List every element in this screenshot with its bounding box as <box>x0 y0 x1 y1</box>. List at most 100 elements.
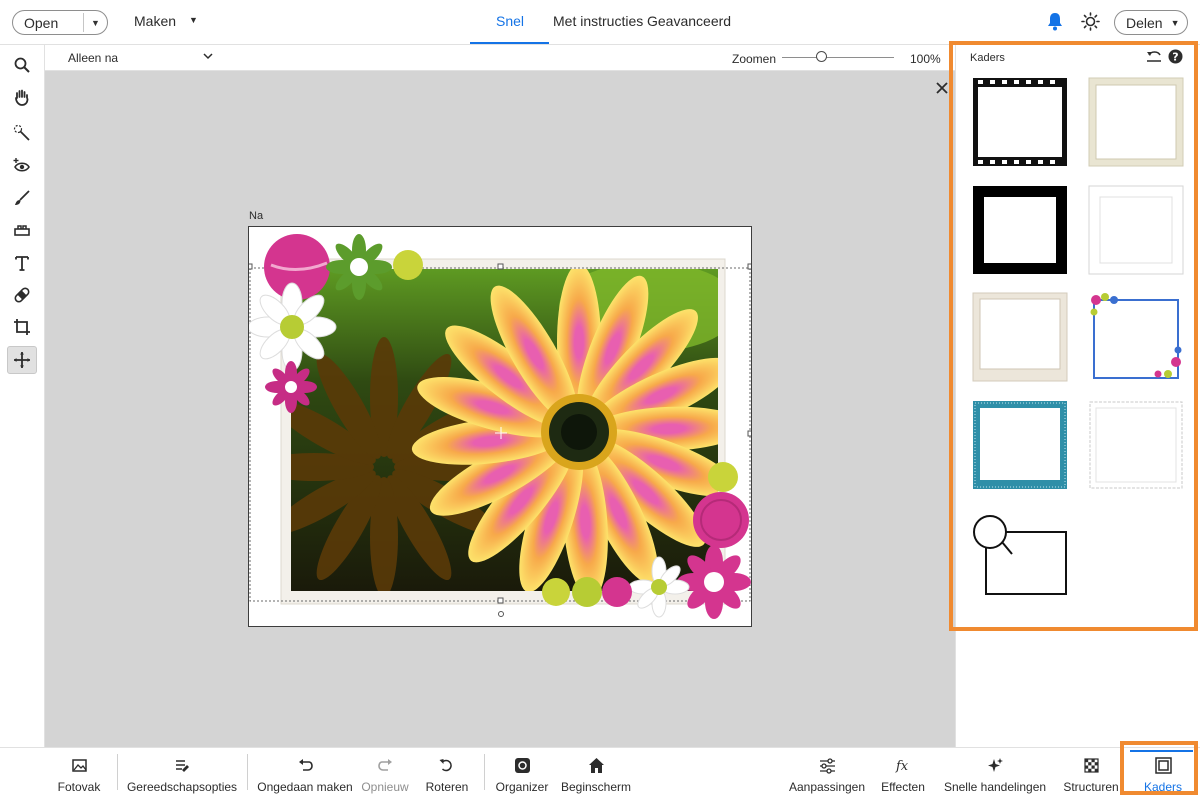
view-options-bar: Alleen na Zoomen 100% <box>45 45 955 71</box>
photo-bin-icon <box>71 759 87 772</box>
teeth-icon <box>14 225 30 236</box>
undo-icon <box>298 759 313 771</box>
help-icon[interactable]: ? <box>1168 49 1183 64</box>
chevron-down-icon[interactable]: ▼ <box>84 18 107 28</box>
share-button[interactable]: Delen ▼ <box>1114 10 1188 35</box>
polaroid-frame-icon <box>972 292 1068 382</box>
home-label: Beginscherm <box>560 780 632 794</box>
chevron-down-icon[interactable] <box>203 51 213 61</box>
bell-icon[interactable] <box>1046 12 1064 31</box>
scalloped-frame-icon <box>1089 401 1183 489</box>
tool-options-button[interactable]: Gereedschapsopties <box>126 748 238 795</box>
frame-polaroid[interactable] <box>972 292 1068 382</box>
reset-icon[interactable] <box>1146 49 1162 63</box>
crop-tool[interactable] <box>7 313 37 341</box>
close-icon[interactable] <box>935 81 949 95</box>
open-button-label: Open <box>24 14 59 31</box>
spot-healing-tool[interactable] <box>7 281 37 309</box>
chevron-down-icon[interactable]: ▼ <box>189 15 198 25</box>
effects-button[interactable]: fx Effecten <box>880 748 926 795</box>
organizer-label: Organizer <box>495 780 549 794</box>
blue-stitched-frame-icon <box>973 401 1067 489</box>
zoom-slider-handle[interactable] <box>815 51 827 62</box>
frame-thin-grey[interactable] <box>1088 185 1184 275</box>
top-bar: Open ▼ Maken ▼ Snel Met instructies Geav… <box>0 0 1200 45</box>
adjustments-label: Aanpassingen <box>788 780 866 794</box>
divider <box>117 754 118 790</box>
speech-bubble-frame-icon <box>973 515 1067 595</box>
film-strip-frame-icon <box>973 78 1067 166</box>
textures-icon <box>1083 758 1099 773</box>
zoom-slider-track[interactable] <box>782 57 894 58</box>
move-tool[interactable] <box>7 346 37 374</box>
redo-icon <box>377 759 392 771</box>
home-icon <box>588 758 604 773</box>
quick-actions-icon <box>987 758 1003 772</box>
svg-text:?: ? <box>1172 51 1178 64</box>
zoom-tool[interactable] <box>7 51 37 79</box>
canvas-area[interactable]: Na <box>45 71 955 747</box>
quick-selection-tool[interactable] <box>7 119 37 147</box>
thick-black-frame-icon <box>973 186 1067 274</box>
panel-title: Kaders <box>970 52 1005 64</box>
effects-icon: fx <box>895 759 909 774</box>
hand-icon <box>15 89 29 106</box>
magnifier-icon <box>14 57 30 73</box>
red-eye-icon <box>13 158 30 172</box>
rotate-label: Roteren <box>425 780 469 794</box>
redo-button[interactable]: Opnieuw <box>360 748 410 795</box>
whiten-teeth-tool[interactable] <box>7 184 37 212</box>
brightness-icon[interactable] <box>1081 12 1100 31</box>
frame-scalloped[interactable] <box>1088 400 1184 490</box>
quick-actions-button[interactable]: Snelle handelingen <box>942 748 1048 795</box>
organizer-button[interactable]: Organizer <box>494 748 550 795</box>
svg-text:fx: fx <box>895 759 909 774</box>
home-button[interactable]: Beginscherm <box>560 748 632 795</box>
open-button[interactable]: Open ▼ <box>12 10 108 35</box>
frame-blue-stitched[interactable] <box>972 400 1068 490</box>
divider <box>484 754 485 790</box>
redo-label: Opnieuw <box>361 780 409 794</box>
tab-geavanceerd[interactable]: Geavanceerd <box>647 13 731 29</box>
maken-menu[interactable]: Maken <box>134 13 176 29</box>
textures-button[interactable]: Structuren <box>1062 748 1120 795</box>
selection-brush-icon <box>13 124 30 141</box>
photo-bin-button[interactable]: Fotovak <box>54 748 104 795</box>
frame-aged-paper[interactable] <box>1088 77 1184 167</box>
adjustments-icon <box>819 758 835 774</box>
tools-panel <box>0 45 45 747</box>
flower-photo-with-frame <box>249 234 751 619</box>
document-image[interactable] <box>248 226 752 627</box>
frame-flower-border[interactable] <box>1088 292 1184 382</box>
frame-film-strip[interactable] <box>972 77 1068 167</box>
rotate-button[interactable]: Roteren <box>424 748 470 795</box>
effects-label: Effecten <box>881 780 925 794</box>
share-button-label: Delen <box>1126 14 1163 31</box>
undo-label: Ongedaan maken <box>257 780 353 794</box>
brush-icon <box>15 190 30 205</box>
zoom-value: 100% <box>910 52 941 66</box>
thin-grey-frame-icon <box>1088 185 1184 275</box>
type-tool[interactable] <box>7 249 37 277</box>
flower-border-frame-icon <box>1090 293 1182 379</box>
frame-thick-black[interactable] <box>972 185 1068 275</box>
eye-tool[interactable] <box>7 152 37 180</box>
bottom-bar: Fotovak Gereedschapsopties Ongedaan make… <box>0 747 1200 795</box>
divider <box>247 754 248 790</box>
tab-snel[interactable]: Snel <box>496 13 524 29</box>
frame-speech-bubble[interactable] <box>972 512 1068 602</box>
photo-bin-label: Fotovak <box>57 780 101 794</box>
straighten-tool[interactable] <box>7 216 37 244</box>
move-icon <box>14 352 30 368</box>
textures-label: Structuren <box>1063 780 1119 794</box>
hand-tool[interactable] <box>7 83 37 111</box>
document-label: Na <box>249 210 264 222</box>
tab-met-instructies[interactable]: Met instructies <box>553 13 643 29</box>
rotate-icon <box>439 759 452 772</box>
tool-options-label: Gereedschapsopties <box>126 780 238 794</box>
chevron-down-icon: ▼ <box>1170 17 1180 28</box>
adjustments-button[interactable]: Aanpassingen <box>788 748 866 795</box>
view-select[interactable]: Alleen na <box>68 51 118 65</box>
aged-paper-frame-icon <box>1088 77 1184 167</box>
undo-button[interactable]: Ongedaan maken <box>257 748 353 795</box>
